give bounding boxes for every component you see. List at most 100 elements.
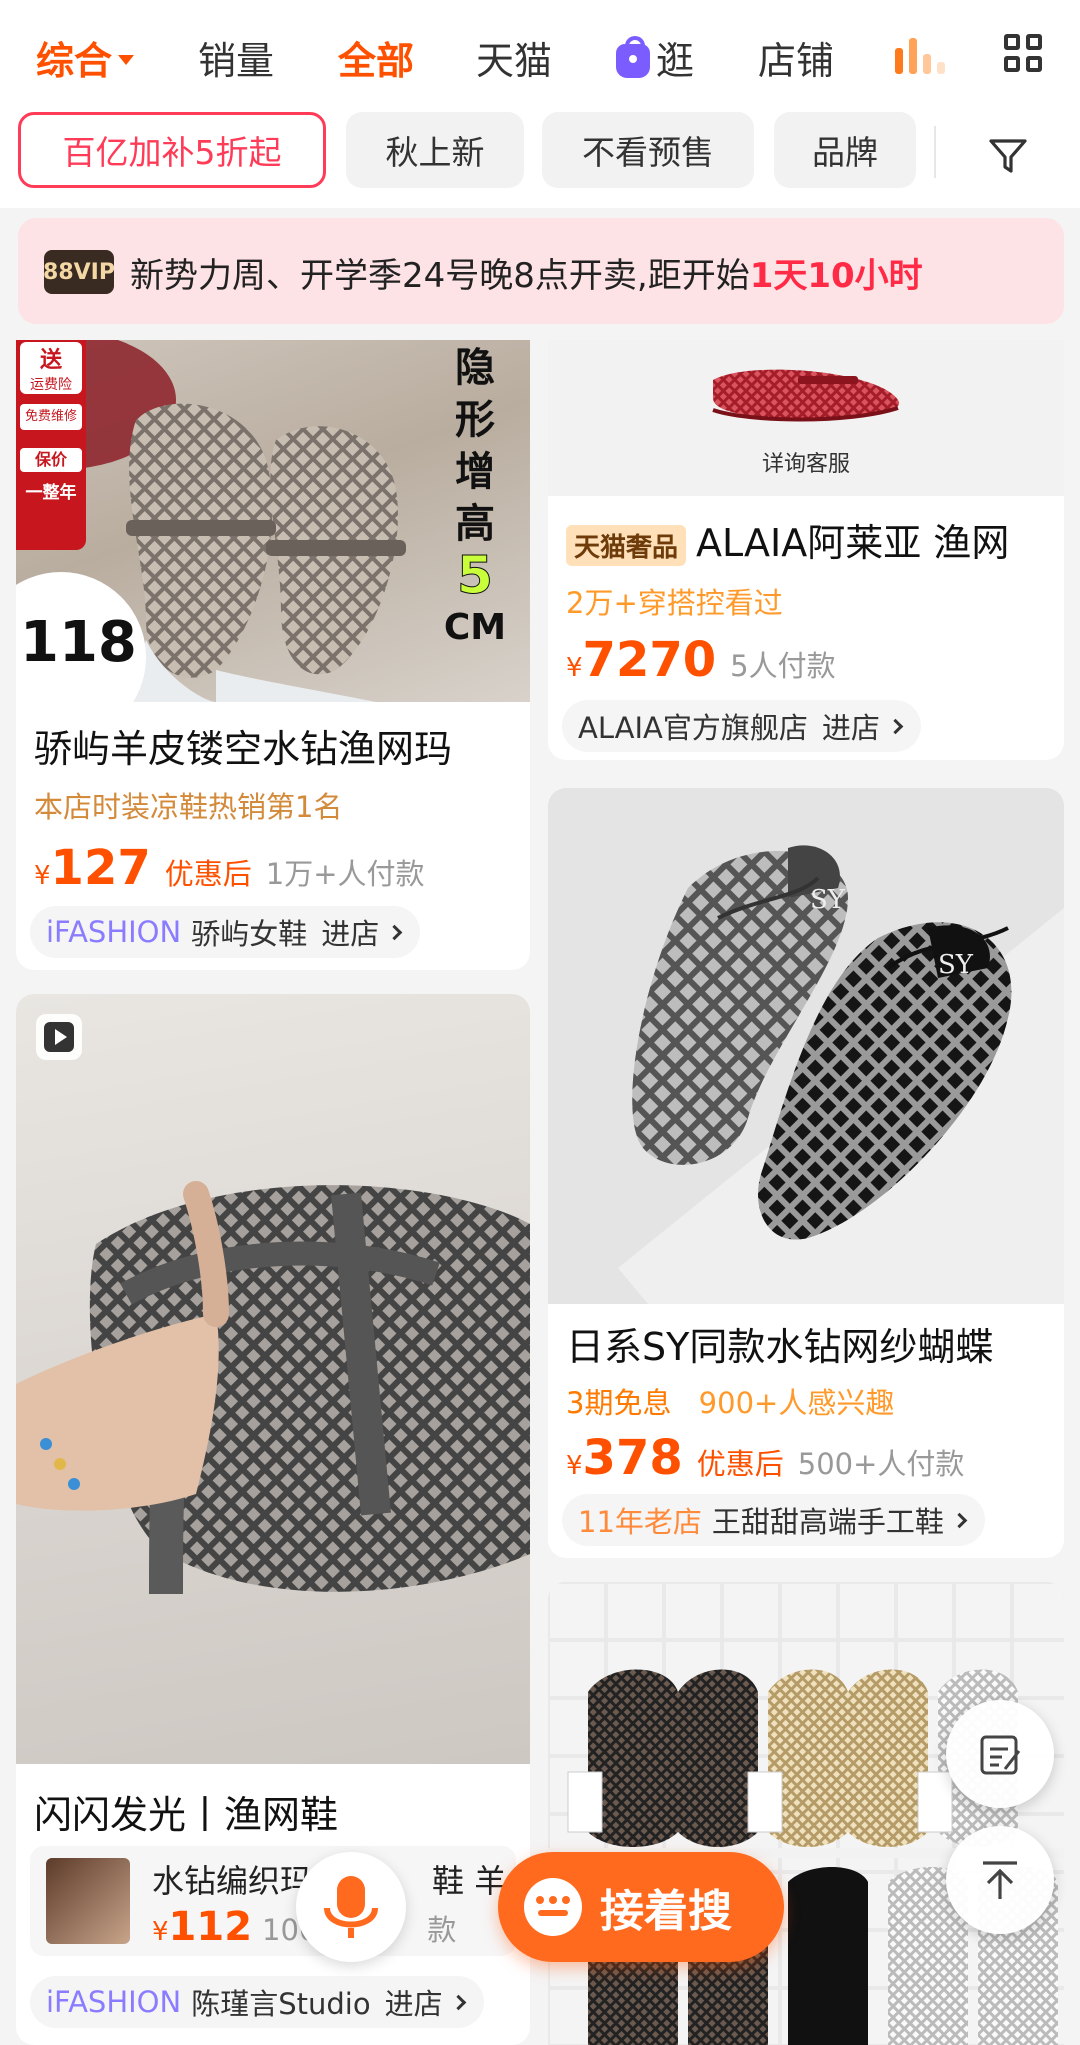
installment-label: 3期免息 [566,1386,672,1420]
product-title[interactable]: 骄屿羊皮镂空水钻渔网玛 [34,718,514,773]
edit-note-icon [980,1735,1021,1775]
crystal-mesh-shoes-photo: SY SY [548,788,1064,1304]
currency-symbol: ¥ [566,1451,583,1481]
height-boost-text: 隐形增高 5 CM [440,342,510,654]
grid-view-icon[interactable] [1004,34,1044,74]
price: 7270 [582,632,717,688]
edit-note-button[interactable] [946,1700,1054,1808]
filter-funnel-icon[interactable] [988,136,1028,176]
svg-text:SY: SY [810,885,846,915]
tab-comprehensive[interactable]: 综合 [36,30,135,85]
chevron-right-icon [887,718,904,734]
free-insurance-badge: 送 运费险 [20,342,82,394]
tab-shops[interactable]: 店铺 [758,30,834,85]
overlay-side-number: 5 [456,546,494,606]
product-title[interactable]: 日系SY同款水钻网纱蝴蝶 [566,1316,1056,1371]
product-image[interactable]: 送 运费险 免费维修 保价 一整年 118 隐形增高 5 CM [16,340,530,702]
enter-shop-label: 进店 [821,711,880,745]
price: 378 [582,1430,683,1486]
back-to-top-button[interactable] [946,1826,1054,1934]
currency-symbol: ¥ [152,1917,169,1947]
image-caption: 详询客服 [761,452,850,477]
product-subtitle: 本店时装凉鞋热销第1名 [34,790,343,824]
shop-tag: iFASHION [46,915,182,949]
interest-label: 900+人感兴趣 [698,1386,895,1420]
product-subtitle: 2万+穿搭控看过 [566,586,783,620]
product-card[interactable]: 详询客服 天猫奢品 ALAIA阿莱亚 渔网 2万+穿搭控看过 ¥ 7270 5人付… [548,340,1064,760]
tab-tmall[interactable]: 天猫 [476,30,552,85]
related-item-thumbnail [46,1858,130,1944]
product-card[interactable]: 闪闪发光丨渔网鞋 水钻编织玛鞋 羊 ¥112 100 款 iFASHION 陈瑾言S… [16,994,530,2045]
tab-all[interactable]: 全部 [338,30,414,85]
shop-link[interactable]: iFASHION 骄屿女鞋 进店 [30,906,421,958]
product-image[interactable] [16,994,530,1764]
chevron-right-icon [450,1994,466,2010]
product-image[interactable]: SY SY [548,788,1064,1304]
overlay-side-text: 隐形增高 [455,345,495,547]
shop-link[interactable]: iFASHION 陈瑾言Studio 进店 [30,1976,484,2028]
enter-shop-label: 进店 [321,917,380,951]
svg-text:SY: SY [938,950,974,980]
back-to-top-icon [983,1861,1017,1899]
related-item[interactable]: 水钻编织玛鞋 羊 ¥112 100 款 [30,1846,516,1956]
product-card[interactable]: SY SY 日系SY同款水钻网纱蝴蝶 3期免息 900+人感兴趣 ¥ 378 优… [548,788,1064,1558]
badge-text: 一整年 [25,483,77,503]
shop-link[interactable]: 11年老店 王甜甜高端手工鞋 [562,1494,985,1546]
related-title-start: 水钻编织玛 [152,1862,313,1900]
chip-no-presale[interactable]: 不看预售 [542,112,754,188]
tmall-luxury-badge: 天猫奢品 [566,525,687,566]
product-card[interactable]: 送 运费险 免费维修 保价 一整年 118 隐形增高 5 CM 骄屿羊皮镂空水钻… [16,340,530,970]
tab-browse[interactable]: 逛 [616,30,694,85]
chevron-right-icon [386,924,403,940]
chip-autumn-new[interactable]: 秋上新 [346,112,524,188]
service-badge-strip: 送 运费险 免费维修 保价 一整年 [16,340,86,550]
search-results-page: 综合 销量 全部 天猫 逛 店铺 百亿加补5折起 秋上新 不看预售 品牌 88V… [0,0,1080,2045]
sort-bar: 综合 销量 全部 天猫 逛 店铺 [0,0,1080,108]
banner-text: 新势力周、开学季24号晚8点开卖,距开始1天10小时 [130,248,923,297]
sold-count: 5人付款 [730,649,836,683]
shop-name: 骄屿女鞋 [191,917,308,951]
product-subtitle: 3期免息 900+人感兴趣 [566,1380,894,1422]
product-title[interactable]: 天猫奢品 ALAIA阿莱亚 渔网 [566,512,1056,567]
bar-chart-icon[interactable] [895,38,945,74]
chip-subsidy-promo[interactable]: 百亿加补5折起 [18,112,326,188]
chat-dots-icon [524,1878,582,1936]
price-row: ¥ 7270 5人付款 [566,632,836,688]
badge-text: 送 [39,348,62,373]
product-image[interactable]: 详询客服 [548,340,1064,496]
price-row: ¥ 378 优惠后 500+人付款 [566,1430,964,1486]
related-sold-end: 款 [427,1913,457,1947]
play-icon [44,1022,74,1052]
continue-search-label: 接着搜 [600,1886,732,1937]
video-badge [36,1014,82,1060]
product-image[interactable] [548,1582,1064,2045]
divider [934,126,936,178]
product-card[interactable] [548,1582,1064,2045]
shop-name: ALAIA官方旗舰店 [578,711,808,745]
hand-holding-mesh-shoe-photo [16,1181,530,1595]
promo-banner[interactable]: 88VIP 新势力周、开学季24号晚8点开卖,距开始1天10小时 [18,218,1064,324]
overlay-price: 118 [20,610,137,675]
voice-search-button[interactable] [296,1852,406,1962]
product-title[interactable]: 闪闪发光丨渔网鞋 [34,1784,514,1839]
overlay-side-unit: CM [443,607,507,648]
shop-name: 王甜甜高端手工鞋 [711,1505,944,1539]
banner-message: 新势力周、开学季24号晚8点开卖,距开始 [130,256,750,296]
continue-search-button[interactable]: 接着搜 [498,1852,784,1962]
shop-name: 陈瑾言Studio [191,1987,371,2021]
shop-link[interactable]: ALAIA官方旗舰店 进店 [562,700,921,752]
caret-down-icon [118,54,135,65]
tab-label: 综合 [36,39,113,83]
shoe-display-shelf-photo [548,1582,1064,2045]
tab-label: 逛 [656,39,695,83]
chevron-right-icon [951,1512,968,1528]
related-title-end: 鞋 羊 [432,1862,507,1900]
tab-sales[interactable]: 销量 [198,30,274,85]
microphone-icon [324,1876,378,1938]
currency-symbol: ¥ [566,653,583,683]
vip-badge: 88VIP [43,250,115,294]
chip-brand[interactable]: 品牌 [774,112,916,188]
discount-label: 优惠后 [164,857,252,891]
product-title-text: ALAIA阿莱亚 渔网 [696,521,1010,565]
sold-count: 500+人付款 [797,1447,965,1481]
